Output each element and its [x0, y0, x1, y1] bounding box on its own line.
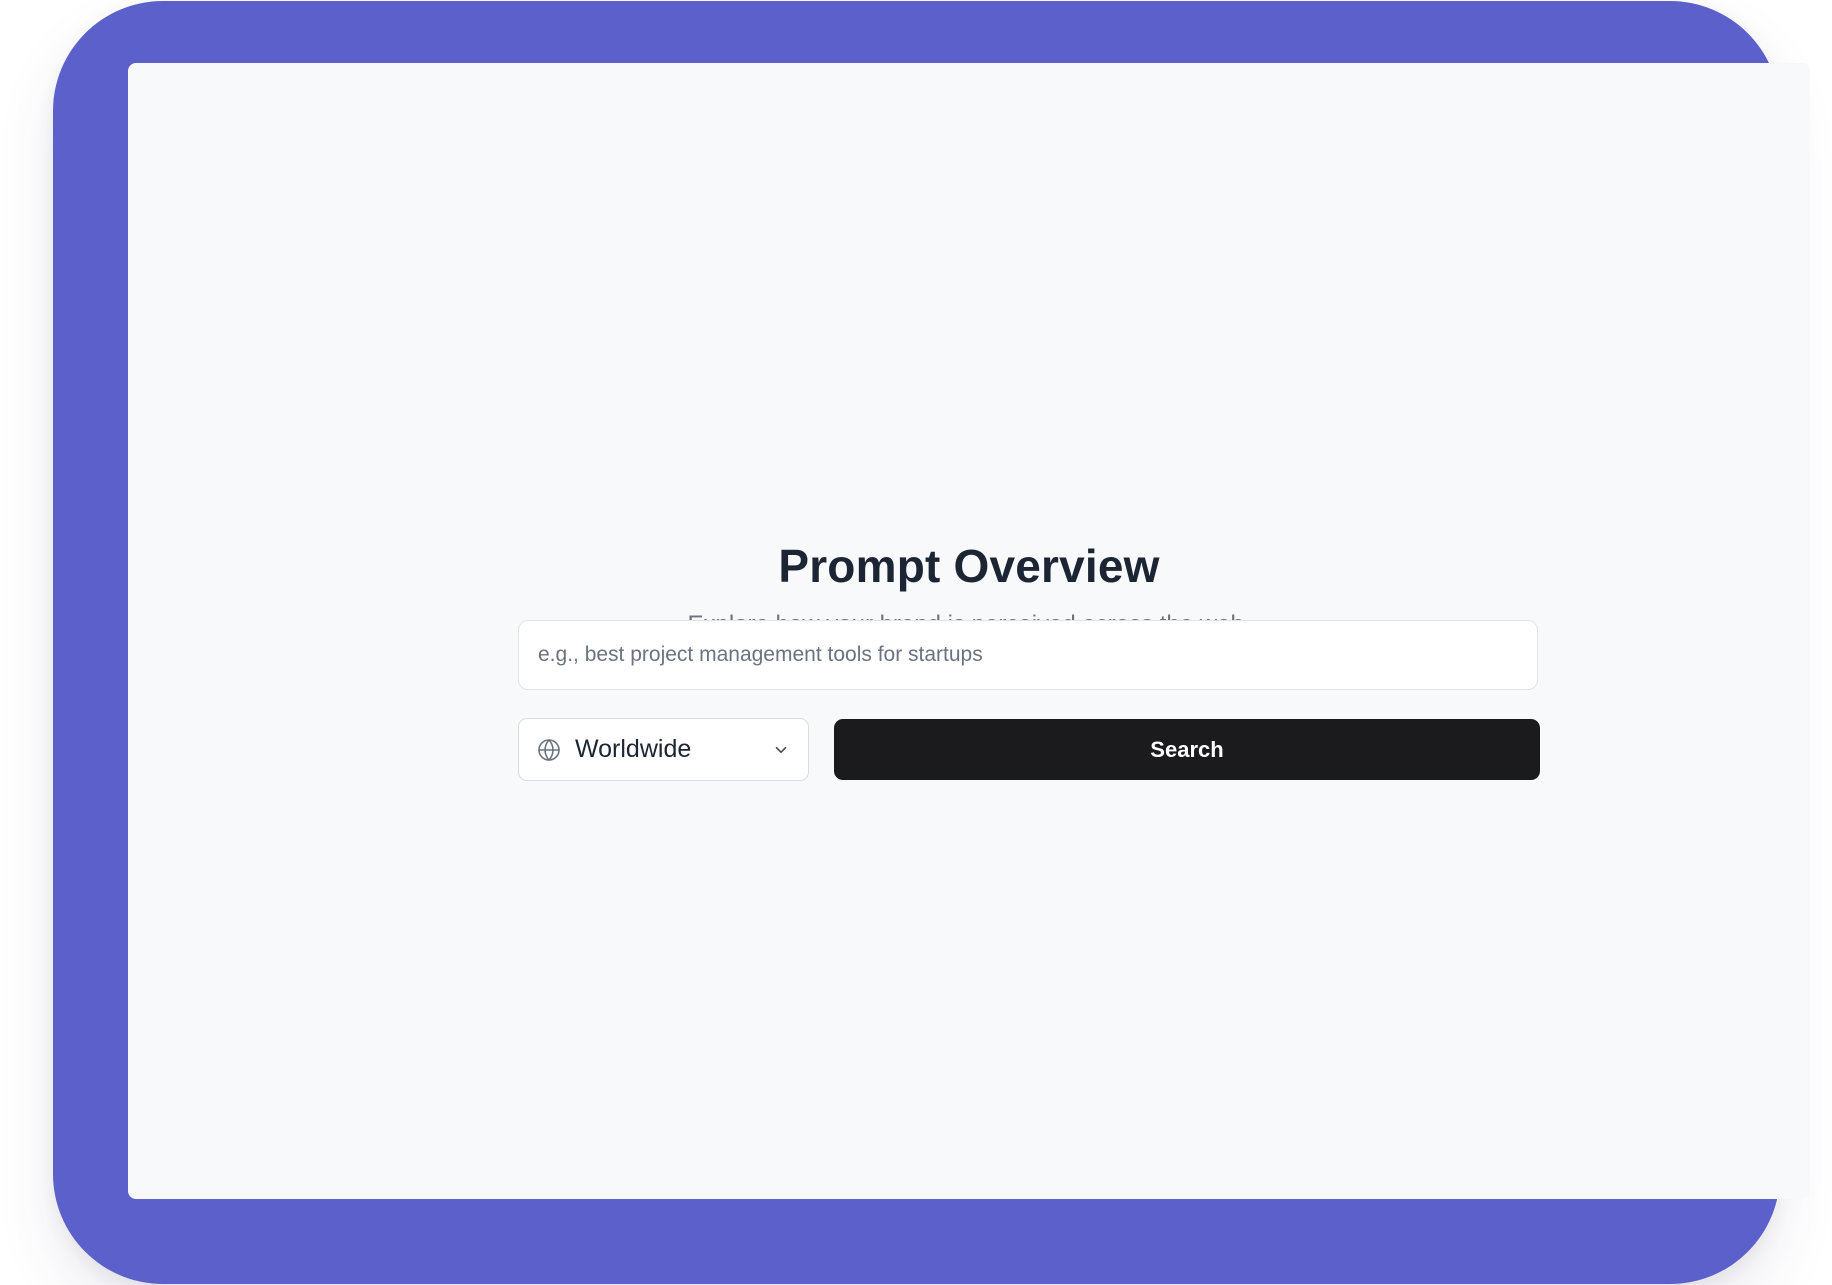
device-frame: Prompt Overview Explore how your brand i…: [53, 1, 1810, 1284]
app-screen: Prompt Overview Explore how your brand i…: [128, 63, 1810, 1199]
chevron-down-icon: [772, 741, 790, 759]
search-button[interactable]: Search: [834, 719, 1540, 780]
globe-icon: [537, 738, 561, 762]
search-input[interactable]: [518, 620, 1538, 690]
page-title: Prompt Overview: [778, 540, 1160, 592]
region-select[interactable]: Worldwide: [518, 718, 809, 781]
region-select-value: Worldwide: [575, 735, 692, 763]
